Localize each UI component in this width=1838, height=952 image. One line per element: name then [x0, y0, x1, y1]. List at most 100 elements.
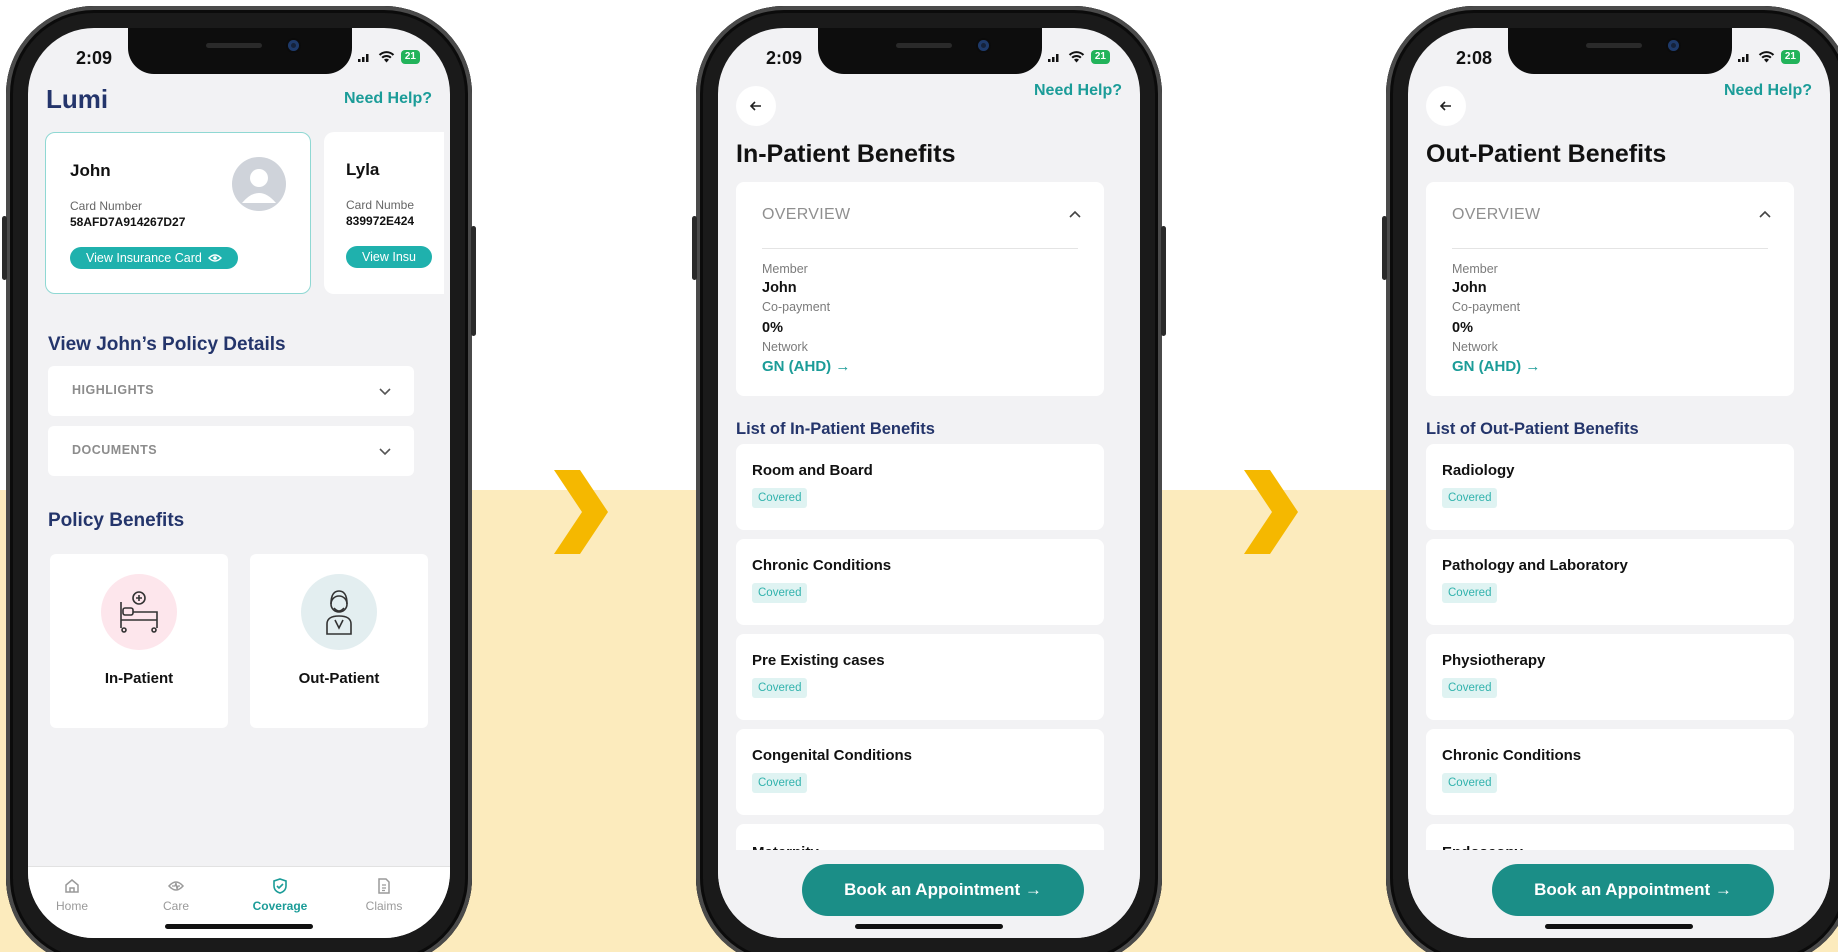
tab-home[interactable]: Home	[32, 877, 112, 913]
back-button[interactable]	[1426, 86, 1466, 126]
notch	[128, 28, 352, 74]
member-card-lyla[interactable]: Lyla Card Numbe 839972E424 View Insu	[324, 132, 444, 294]
notch	[818, 28, 1042, 74]
copay-value: 0%	[762, 320, 783, 336]
chevron-up-icon[interactable]	[1068, 208, 1082, 222]
chevron-down-icon	[379, 448, 391, 456]
status-time: 2:09	[76, 48, 113, 68]
status-time: 2:09	[766, 48, 803, 68]
view-insurance-card-label: View Insu	[362, 250, 416, 264]
status-badge: Covered	[752, 583, 808, 603]
wifi-icon	[1068, 51, 1085, 63]
benefit-name: Pathology and Laboratory	[1442, 557, 1628, 574]
copay-value: 0%	[1452, 320, 1473, 336]
member-name: Lyla	[346, 160, 380, 179]
status-badge: Covered	[752, 773, 808, 793]
chevron-up-icon[interactable]	[1758, 208, 1772, 222]
home-indicator	[855, 924, 1003, 929]
status-badge: Covered	[1442, 583, 1498, 603]
list-item[interactable]: Room and Board Covered	[736, 444, 1104, 530]
overview-card: OVERVIEW Member John Co-payment 0% Netwo…	[736, 182, 1104, 396]
avatar	[232, 157, 286, 211]
status-badge: Covered	[1442, 773, 1498, 793]
view-insurance-card-button[interactable]: View Insu	[346, 246, 432, 268]
member-value: John	[762, 280, 797, 296]
list-item[interactable]: Pathology and Laboratory Covered	[1426, 539, 1794, 625]
card-number-label: Card Number	[70, 199, 143, 213]
arrow-left-icon	[749, 101, 761, 111]
care-icon	[168, 881, 184, 891]
need-help-link[interactable]: Need Help?	[1724, 82, 1812, 100]
status-badge: Covered	[1442, 488, 1498, 508]
accordion-label: DOCUMENTS	[72, 443, 158, 457]
phone-frame: 2:09 21 Lumi Need Help? John Card Number…	[2, 6, 476, 952]
out-patient-label: Out-Patient	[298, 670, 380, 687]
documents-accordion[interactable]: DOCUMENTS	[48, 426, 414, 476]
need-help-link[interactable]: Need Help?	[344, 90, 432, 108]
phone-screen: 2:09 21 Need Help? In-Patient Benefits O…	[718, 28, 1140, 938]
network-link[interactable]: GN (AHD) →	[1452, 358, 1540, 375]
list-item[interactable]: Pre Existing cases Covered	[736, 634, 1104, 720]
list-item[interactable]: Physiotherapy Covered	[1426, 634, 1794, 720]
card-number-label: Card Numbe	[346, 198, 415, 212]
benefit-name: Chronic Conditions	[752, 557, 892, 574]
home-indicator	[165, 924, 313, 929]
out-patient-tile[interactable]: Out-Patient	[250, 554, 428, 728]
list-item[interactable]: Chronic Conditions Covered	[736, 539, 1104, 625]
benefit-name: Congenital Conditions	[752, 747, 912, 764]
network-label: Network	[1452, 340, 1498, 354]
card-number: 58AFD7A914267D27	[70, 215, 186, 229]
status-icons: 21	[357, 50, 420, 64]
list-item[interactable]: Chronic Conditions Covered	[1426, 729, 1794, 815]
list-item[interactable]: Congenital Conditions Covered	[736, 729, 1104, 815]
view-insurance-card-label: View Insurance Card	[86, 251, 202, 265]
copay-label: Co-payment	[762, 300, 831, 314]
tab-care[interactable]: Care	[136, 877, 216, 913]
page-title: In-Patient Benefits	[736, 140, 956, 168]
chevron-down-icon	[379, 388, 391, 396]
patient-mask-icon	[301, 574, 377, 650]
accordion-label: HIGHLIGHTS	[72, 383, 155, 397]
phone-frame: 2:09 21 Need Help? In-Patient Benefits O…	[692, 6, 1166, 952]
divider	[762, 248, 1078, 249]
member-name: John	[70, 161, 111, 180]
tab-label: Coverage	[252, 899, 308, 913]
benefit-name: Room and Board	[752, 462, 873, 479]
status-icons: 21	[1737, 50, 1800, 64]
in-patient-label: In-Patient	[104, 670, 174, 687]
book-appointment-button[interactable]: Book an Appointment →	[802, 864, 1084, 916]
tab-label: Care	[162, 899, 189, 913]
book-appointment-button[interactable]: Book an Appointment →	[1492, 864, 1774, 916]
back-button[interactable]	[736, 86, 776, 126]
member-value: John	[1452, 280, 1487, 296]
status-badge: Covered	[752, 488, 808, 508]
overview-heading: OVERVIEW	[762, 206, 851, 223]
battery-indicator: 21	[400, 50, 420, 64]
highlights-accordion[interactable]: HIGHLIGHTS	[48, 366, 414, 416]
document-icon	[378, 878, 390, 894]
tab-label: Claims	[365, 899, 403, 913]
tab-label: Home	[55, 899, 88, 913]
view-insurance-card-button[interactable]: View Insurance Card	[70, 247, 238, 269]
copay-label: Co-payment	[1452, 300, 1521, 314]
in-patient-tile[interactable]: In-Patient	[50, 554, 228, 728]
network-link[interactable]: GN (AHD) →	[762, 358, 850, 375]
notch	[1508, 28, 1732, 74]
benefit-name: Chronic Conditions	[1442, 747, 1582, 764]
hospital-bed-icon	[101, 574, 177, 650]
need-help-link[interactable]: Need Help?	[1034, 82, 1122, 100]
chevron-right-icon	[1240, 470, 1300, 554]
benefit-name: Radiology	[1442, 462, 1515, 479]
home-indicator	[1545, 924, 1693, 929]
arrow-left-icon	[1439, 101, 1451, 111]
list-item[interactable]: Radiology Covered	[1426, 444, 1794, 530]
member-card-john[interactable]: John Card Number 58AFD7A914267D27 View I…	[45, 132, 311, 294]
tab-coverage[interactable]: Coverage	[240, 877, 320, 913]
card-number: 839972E424	[346, 214, 415, 228]
benefits-list-title: List of In-Patient Benefits	[736, 420, 935, 438]
tab-claims[interactable]: Claims	[344, 877, 424, 913]
signal-icon	[357, 54, 369, 62]
overview-heading: OVERVIEW	[1452, 206, 1541, 223]
wifi-icon	[378, 51, 395, 63]
shield-icon	[273, 878, 287, 894]
